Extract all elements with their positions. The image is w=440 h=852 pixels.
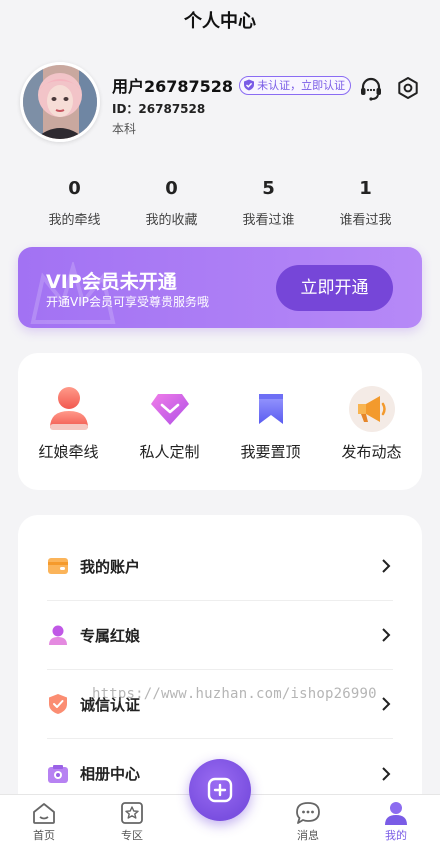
quick-action-custom[interactable]: 私人定制 xyxy=(119,383,220,462)
user-icon xyxy=(385,802,407,825)
page-title: 个人中心 xyxy=(184,11,256,32)
tab-zone[interactable]: 专区 xyxy=(102,801,162,843)
quick-action-label: 发布动态 xyxy=(341,443,402,461)
diamond-icon xyxy=(150,394,189,425)
vip-title: VIP会员未开通 xyxy=(46,271,177,293)
menu-item-label: 专属红娘 xyxy=(80,626,141,645)
quick-actions-card: 红娘牵线 私人定制 我要置顶 发布动态 xyxy=(18,353,422,490)
tab-label: 首页 xyxy=(33,829,55,842)
stat-i-viewed[interactable]: 5 我看过谁 xyxy=(220,178,317,228)
chevron-right-icon xyxy=(382,559,391,573)
quick-action-pin-top[interactable]: 我要置顶 xyxy=(220,383,321,462)
stat-value: 1 xyxy=(359,178,372,199)
tab-label: 我的 xyxy=(385,829,407,842)
tab-home[interactable]: 首页 xyxy=(14,801,74,843)
chevron-right-icon xyxy=(382,766,391,781)
star-box-icon xyxy=(121,802,143,824)
person-icon xyxy=(49,625,67,645)
customer-service-icon[interactable] xyxy=(358,76,384,102)
matchmaker-icon xyxy=(49,387,88,430)
verified-shield-icon xyxy=(244,79,255,91)
quick-action-label: 我要置顶 xyxy=(240,443,301,461)
shield-check-icon xyxy=(49,694,67,714)
camera-icon xyxy=(48,764,68,783)
stat-label: 我看过谁 xyxy=(242,213,295,228)
bookmark-icon xyxy=(258,394,283,424)
chevron-right-icon xyxy=(382,628,391,642)
stats-row: 0 我的牵线 0 我的收藏 5 我看过谁 1 谁看过我 xyxy=(26,178,414,228)
menu-item-my-account[interactable]: 我的账户 xyxy=(47,532,393,601)
menu-item-exclusive-matchmaker[interactable]: 专属红娘 xyxy=(47,601,393,670)
stat-label: 谁看过我 xyxy=(339,213,392,228)
home-icon xyxy=(33,803,55,824)
watermark-url: https://www.huzhan.com/ishop26990 xyxy=(92,686,377,702)
megaphone-icon xyxy=(348,386,395,432)
stat-viewed-me[interactable]: 1 谁看过我 xyxy=(317,178,414,228)
tab-messages[interactable]: 消息 xyxy=(278,801,338,843)
vip-banner[interactable]: VIP会员未开通 开通VIP会员可享受尊贵服务哦 立即开通 xyxy=(18,247,422,328)
profile-section: 用户26787528 未认证，立即认证 ID：26787528 本科 xyxy=(20,62,420,146)
stat-value: 0 xyxy=(165,178,178,199)
quick-action-label: 红娘牵线 xyxy=(38,443,99,461)
tab-label: 消息 xyxy=(297,829,319,842)
quick-action-post[interactable]: 发布动态 xyxy=(321,383,422,462)
user-id: ID：26787528 xyxy=(112,102,206,116)
stat-label: 我的收藏 xyxy=(145,213,198,228)
verify-badge[interactable]: 未认证，立即认证 xyxy=(239,75,352,95)
vip-subtitle: 开通VIP会员可享受尊贵服务哦 xyxy=(46,295,209,309)
menu-item-integrity-verification[interactable]: 诚信认证 xyxy=(47,670,393,739)
settings-gear-icon[interactable] xyxy=(396,76,420,100)
quick-action-matchmaker[interactable]: 红娘牵线 xyxy=(18,383,119,462)
tab-label: 专区 xyxy=(121,829,143,842)
stat-label: 我的牵线 xyxy=(48,213,101,228)
stat-value: 5 xyxy=(262,178,275,199)
publish-fab-button[interactable] xyxy=(189,759,251,821)
verify-badge-label: 未认证，立即认证 xyxy=(257,79,346,92)
stat-my-matches[interactable]: 0 我的牵线 xyxy=(26,178,123,228)
quick-action-label: 私人定制 xyxy=(139,443,200,461)
message-icon xyxy=(296,802,320,824)
wallet-icon xyxy=(48,558,68,574)
username: 用户26787528 xyxy=(112,77,234,96)
chevron-right-icon xyxy=(382,697,391,711)
plus-box-icon xyxy=(207,777,233,803)
tab-mine[interactable]: 我的 xyxy=(366,801,426,843)
stat-my-favorites[interactable]: 0 我的收藏 xyxy=(123,178,220,228)
education-label: 本科 xyxy=(112,122,137,136)
stat-value: 0 xyxy=(68,178,81,199)
vip-activate-button[interactable]: 立即开通 xyxy=(276,265,393,311)
avatar[interactable] xyxy=(20,62,100,142)
menu-item-label: 我的账户 xyxy=(80,557,141,576)
